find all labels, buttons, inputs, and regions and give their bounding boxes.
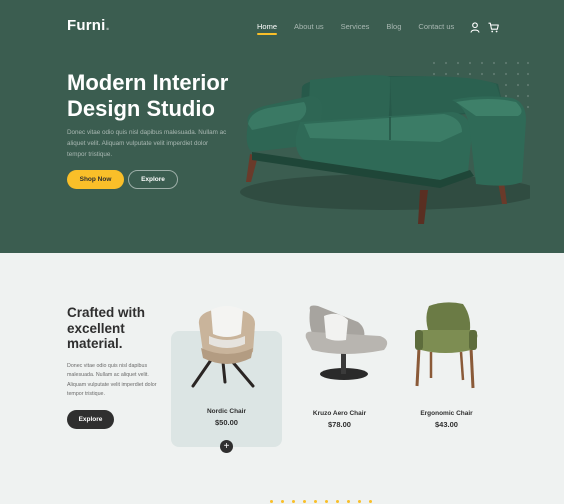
logo[interactable]: Furni. xyxy=(67,17,110,34)
material-title: Crafted with excellent material. xyxy=(67,305,167,352)
hero-description: Donec vitae odio quis nisl dapibus males… xyxy=(67,129,227,158)
ergonomic-chair-image xyxy=(391,300,502,390)
decorative-dots xyxy=(270,500,372,503)
nordic-chair-image xyxy=(171,300,282,390)
hero-title-line: Design Studio xyxy=(67,96,215,121)
material-title-line: material. xyxy=(67,336,123,351)
add-to-cart-button[interactable]: + xyxy=(220,440,233,453)
sofa-image xyxy=(240,75,530,224)
material-description: Donec vitae odio quis nisl dapibus males… xyxy=(67,363,157,397)
nav-services[interactable]: Services xyxy=(341,22,370,31)
hero-title: Modern Interior Design Studio xyxy=(67,70,267,122)
product-card-nordic-chair[interactable]: Nordic Chair $50.00 xyxy=(171,300,282,427)
logo-dot: . xyxy=(105,17,110,34)
material-title-line: excellent xyxy=(67,320,125,336)
product-name: Nordic Chair xyxy=(206,408,246,415)
user-icon[interactable] xyxy=(470,20,480,33)
shop-now-button[interactable]: Shop Now xyxy=(67,170,124,189)
nav-about[interactable]: About us xyxy=(294,22,324,31)
explore-button[interactable]: Explore xyxy=(67,410,114,429)
plus-icon: + xyxy=(223,441,230,452)
hero-explore-button[interactable]: Explore xyxy=(128,170,178,189)
cart-icon[interactable] xyxy=(488,20,499,33)
logo-text: Furni xyxy=(67,17,106,34)
kruzo-chair-image xyxy=(284,302,395,392)
material-title-line: Crafted with xyxy=(67,305,146,320)
nav-icons xyxy=(470,20,499,33)
product-price: $43.00 xyxy=(435,420,458,429)
main-nav: Home About us Services Blog Contact us xyxy=(257,22,454,35)
nav-contact[interactable]: Contact us xyxy=(418,22,454,31)
nav-blog[interactable]: Blog xyxy=(386,22,401,31)
hero-title-line: Modern Interior xyxy=(67,70,229,95)
hero-section: Furni. Home About us Services Blog Conta… xyxy=(0,0,564,253)
product-price: $78.00 xyxy=(328,420,351,429)
product-name: Kruzo Aero Chair xyxy=(312,410,367,417)
product-price: $50.00 xyxy=(215,418,238,427)
product-card-kruzo-aero-chair[interactable]: Kruzo Aero Chair $78.00 xyxy=(284,302,395,429)
nav-home[interactable]: Home xyxy=(257,22,278,35)
product-card-ergonomic-chair[interactable]: Ergonomic Chair $43.00 xyxy=(391,300,502,429)
product-name: Ergonomic Chair xyxy=(420,410,473,417)
